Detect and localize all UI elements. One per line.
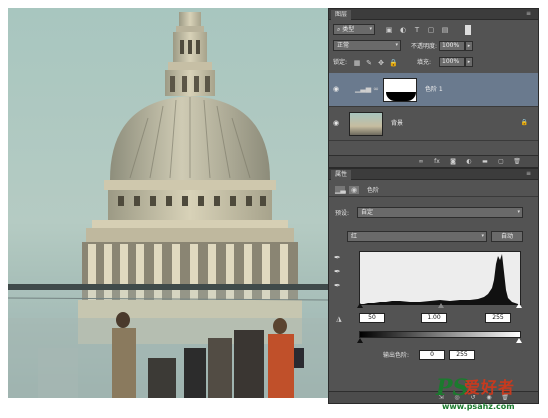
fx-icon[interactable]: fx (433, 158, 441, 166)
layers-footer: ∞ fx ◙ ◐ ▬ ▢ 🗑 (329, 155, 538, 167)
preset-value: 自定 (361, 209, 374, 216)
new-group-icon[interactable]: ▬ (481, 158, 489, 166)
site-watermark: PS 爱好者 www.psahz.com (436, 376, 542, 414)
output-black-field[interactable]: 0 (419, 350, 445, 360)
levels-histogram (359, 251, 522, 305)
properties-title: 色阶 (367, 187, 380, 194)
link-layers-icon[interactable]: ∞ (417, 158, 425, 166)
lock-transparency-icon[interactable]: ▦ (353, 59, 361, 67)
output-white-field[interactable]: 255 (449, 350, 475, 360)
chevron-down-icon: ▾ (369, 26, 372, 32)
watermark-cn-text: 爱好者 (464, 378, 516, 397)
layer-filter-row: ⌕ 类型 ▾ ▣ ◐ T ▢ ▤ (329, 23, 538, 37)
gray-point-eyedropper-icon[interactable]: ✒ (334, 267, 344, 277)
lock-label: 锁定: (333, 59, 348, 66)
filter-kind-label: 类型 (342, 26, 355, 33)
levels-adjustment-icon: ▁▃▅ (355, 85, 372, 93)
output-white-slider[interactable] (516, 338, 522, 343)
output-levels-label: 输出色阶: (383, 352, 410, 359)
lock-all-icon[interactable]: 🔒 (389, 59, 398, 67)
document-canvas-photo[interactable] (8, 8, 328, 398)
lock-icon: 🔒 (520, 119, 528, 126)
delete-layer-icon[interactable]: 🗑 (513, 158, 521, 166)
input-black-slider[interactable] (357, 303, 363, 308)
cathedral-photo (8, 8, 328, 398)
layers-panel: 图层 ≡ ⌕ 类型 ▾ ▣ ◐ T ▢ ▤ 正常 ▾ 不透明度: 100% ▸ … (328, 8, 539, 168)
chevron-down-icon: ▾ (481, 233, 484, 239)
chevron-down-icon: ▾ (395, 42, 398, 48)
visibility-eye-icon[interactable]: ◉ (333, 85, 343, 93)
type-filter-icon[interactable]: T (413, 26, 421, 34)
pixel-filter-icon[interactable]: ▣ (385, 26, 393, 34)
opacity-label: 不透明度: (411, 43, 438, 50)
mask-icon[interactable]: ◉ (349, 186, 359, 194)
add-mask-icon[interactable]: ◙ (449, 158, 457, 166)
watermark-url: www.psahz.com (442, 402, 515, 411)
opacity-slider-button[interactable]: ▸ (465, 41, 473, 51)
input-white-field[interactable]: 255 (485, 313, 511, 323)
lock-pixels-icon[interactable]: ✎ (365, 59, 373, 67)
new-layer-icon[interactable]: ▢ (497, 158, 505, 166)
layer-mask-thumbnail[interactable] (383, 78, 417, 102)
levels-icon[interactable]: ▁▃ (335, 186, 346, 194)
channel-value: 红 (351, 233, 358, 240)
lock-position-icon[interactable]: ✥ (377, 59, 385, 67)
input-black-field[interactable]: 50 (359, 313, 385, 323)
filter-toggle-switch[interactable] (465, 25, 471, 35)
layer-filter-dropdown[interactable]: ⌕ 类型 ▾ (333, 24, 375, 35)
background-layer-thumbnail[interactable] (349, 112, 383, 136)
blend-mode-value: 正常 (337, 42, 350, 49)
input-gamma-field[interactable]: 1.00 (421, 313, 447, 323)
tab-properties[interactable]: 属性 (331, 170, 352, 180)
fill-label: 填充: (417, 59, 432, 66)
layer-name: 背景 (391, 120, 404, 127)
white-point-eyedropper-icon[interactable]: ✒ (334, 281, 344, 291)
search-icon: ⌕ (337, 26, 341, 33)
output-black-slider[interactable] (357, 338, 363, 343)
auto-button[interactable]: 自动 (491, 231, 523, 242)
lock-row: 锁定: ▦ ✎ ✥ 🔒 填充: 100% ▸ (329, 55, 538, 69)
visibility-eye-icon[interactable]: ◉ (333, 119, 343, 127)
input-white-slider[interactable] (516, 303, 522, 308)
chain-link-icon[interactable]: ∞ (373, 85, 379, 93)
layer-name: 色阶 1 (425, 86, 443, 93)
properties-tabbar: 属性 ≡ (329, 169, 538, 180)
shape-filter-icon[interactable]: ▢ (427, 26, 435, 34)
layer-row-levels[interactable]: ◉ ▁▃▅ ∞ 色阶 1 (329, 73, 538, 107)
preset-dropdown[interactable]: 自定 ▾ (357, 207, 523, 218)
blend-row: 正常 ▾ 不透明度: 100% ▸ (329, 39, 538, 53)
smart-object-filter-icon[interactable]: ▤ (441, 26, 449, 34)
layers-tabbar: 图层 ≡ (329, 9, 538, 20)
output-gradient-bar (359, 331, 521, 338)
blend-mode-dropdown[interactable]: 正常 ▾ (333, 40, 401, 51)
new-adjustment-icon[interactable]: ◐ (465, 158, 473, 166)
panel-menu-icon[interactable]: ≡ (526, 11, 534, 17)
mask-black-shape (386, 92, 416, 101)
clip-warning-icon[interactable]: ◮ (333, 315, 345, 323)
black-point-eyedropper-icon[interactable]: ✒ (334, 253, 344, 263)
chevron-down-icon: ▾ (517, 209, 520, 215)
input-gamma-slider[interactable] (438, 303, 444, 308)
opacity-input[interactable]: 100% (439, 41, 465, 51)
channel-dropdown[interactable]: 红 ▾ (347, 231, 487, 242)
adjustment-filter-icon[interactable]: ◐ (399, 26, 407, 34)
properties-header: ▁▃ ◉ 色阶 (329, 183, 538, 197)
properties-panel: 属性 ≡ ▁▃ ◉ 色阶 预设: 自定 ▾ 红 ▾ 自动 ✒ ✒ ✒ ◮ 50 … (328, 168, 539, 404)
histogram-graph (360, 254, 522, 305)
layer-row-background[interactable]: ◉ 背景 🔒 (329, 107, 538, 141)
preset-label: 预设: (335, 210, 350, 217)
fill-slider-button[interactable]: ▸ (465, 57, 473, 67)
panel-menu-icon[interactable]: ≡ (526, 171, 534, 177)
tab-layers[interactable]: 图层 (331, 10, 352, 20)
fill-input[interactable]: 100% (439, 57, 465, 67)
